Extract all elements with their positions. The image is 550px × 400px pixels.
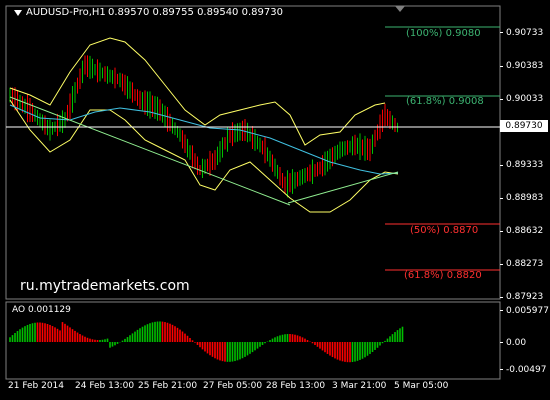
- fib-label-61-8-upper: (61.8%) 0.9008: [406, 96, 484, 107]
- ao-histogram-bars: [9, 321, 404, 363]
- moving-average-line: [9, 104, 399, 175]
- chart-window[interactable]: AUDUSD-Pro,H1 0.89570 0.89755 0.89540 0.…: [0, 0, 550, 400]
- ao-chart[interactable]: [0, 300, 550, 380]
- current-price-badge: 0.89730: [500, 120, 548, 132]
- bollinger-upper-band: [9, 37, 386, 146]
- price-label: 0.90033: [506, 94, 544, 104]
- ao-title: AO 0.001129: [12, 305, 71, 315]
- price-label: 0.87923: [506, 292, 544, 302]
- price-label: 0.88632: [506, 226, 544, 236]
- watermark-text: ru.mytrademarkets.com: [20, 278, 190, 294]
- price-label: 0.88983: [506, 193, 544, 203]
- triangle-down-icon[interactable]: [395, 6, 405, 12]
- price-label: 0.89333: [506, 160, 544, 170]
- ohlc-values: 0.89570 0.89755 0.89540 0.89730: [108, 7, 283, 18]
- ao-axis-label: -0.00497: [506, 365, 547, 375]
- time-label: 3 Mar 21:00: [332, 381, 387, 391]
- price-label: 0.90733: [506, 28, 544, 38]
- symbol-title: AUDUSD-Pro,H1: [26, 7, 106, 18]
- time-label: 5 Mar 05:00: [394, 381, 449, 391]
- time-label: 27 Feb 05:00: [203, 381, 263, 391]
- fib-label-50: (50%) 0.8870: [410, 225, 479, 236]
- fib-label-100: (100%) 0.9080: [406, 28, 481, 39]
- price-chart-frame: [5, 5, 501, 300]
- indicator-overlays: [9, 37, 399, 213]
- ao-axis-label: 0.005977: [506, 306, 549, 316]
- price-label: 0.90383: [506, 61, 544, 71]
- price-label: 0.88273: [506, 259, 544, 269]
- triangle-down-icon: [14, 8, 25, 20]
- time-label: 28 Feb 13:00: [266, 381, 326, 391]
- ao-axis-label: 0.00: [506, 338, 527, 348]
- time-label: 24 Feb 13:00: [75, 381, 135, 391]
- fib-label-61-8-lower: (61.8%) 0.8820: [404, 270, 482, 281]
- time-label: 25 Feb 21:00: [138, 381, 198, 391]
- price-chart[interactable]: [0, 0, 550, 300]
- time-label: 21 Feb 2014: [8, 381, 65, 391]
